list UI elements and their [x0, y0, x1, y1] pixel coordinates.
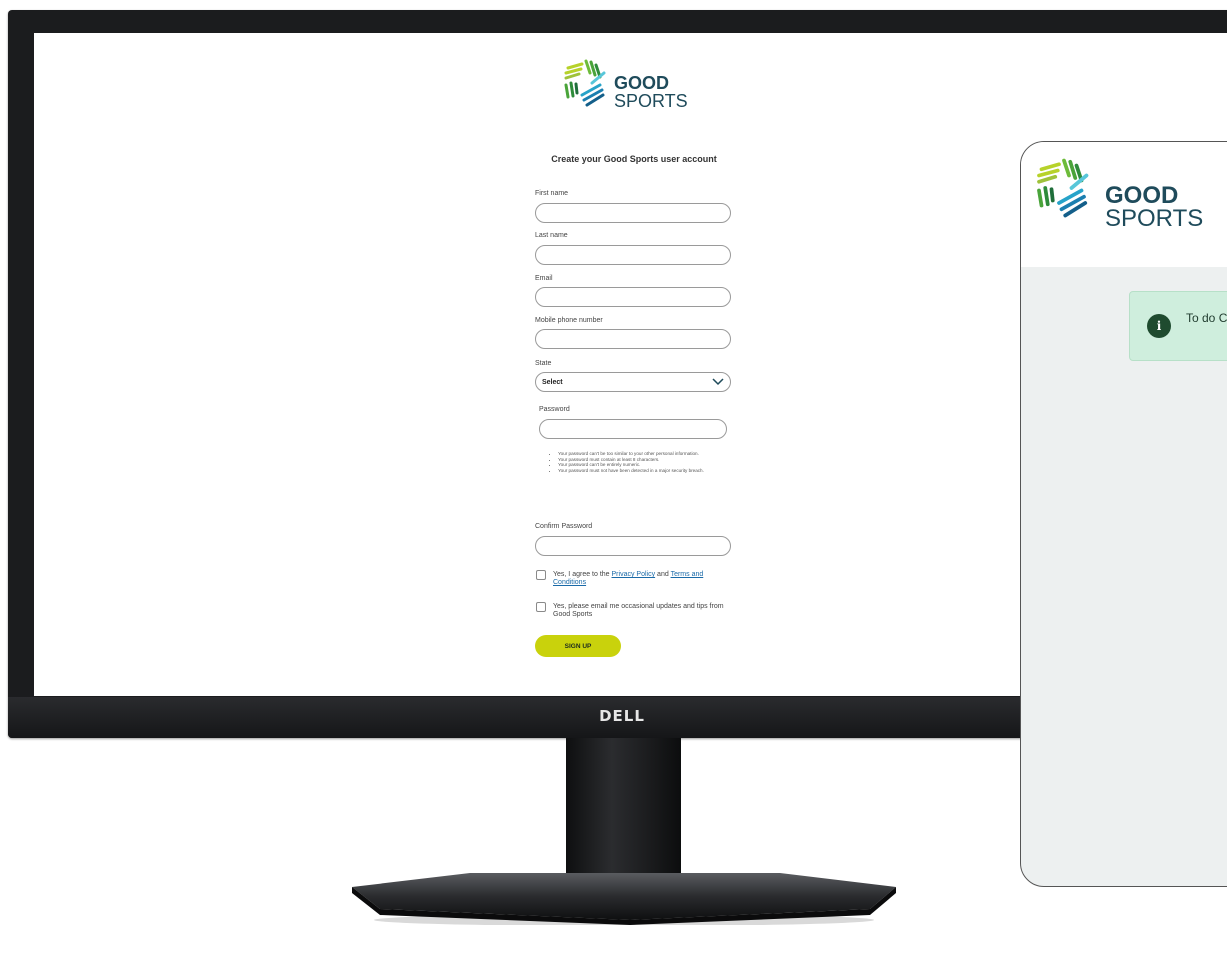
- mobile-field[interactable]: [535, 329, 731, 349]
- password-label: Password: [539, 406, 570, 413]
- good-sports-logo-icon: [1037, 158, 1089, 218]
- first-name-field[interactable]: [535, 203, 731, 223]
- good-sports-logo-icon: [564, 59, 606, 107]
- card-header: GOOD SPORTS: [1021, 142, 1227, 267]
- mobile-label: Mobile phone number: [535, 317, 603, 324]
- last-name-label: Last name: [535, 232, 568, 239]
- email-field[interactable]: [535, 287, 731, 307]
- agree-terms-prefix: Yes, I agree to the: [553, 571, 610, 578]
- privacy-policy-link[interactable]: Privacy Policy: [612, 571, 656, 578]
- info-alert-text: To do Club a: [1186, 311, 1227, 325]
- info-icon: i: [1147, 314, 1171, 338]
- chevron-down-icon: [712, 378, 724, 386]
- password-rules-list: Your password can't be too similar to yo…: [544, 451, 758, 473]
- confirm-password-field[interactable]: [535, 536, 731, 556]
- confirm-password-label: Confirm Password: [535, 523, 593, 530]
- mobile-preview-card: GOOD SPORTS i To do Club a: [1020, 141, 1227, 887]
- good-sports-logo: GOOD SPORTS: [562, 59, 712, 115]
- info-alert: i To do Club a: [1129, 291, 1227, 361]
- last-name-field[interactable]: [535, 245, 731, 265]
- logo-word-sports: SPORTS: [614, 91, 688, 111]
- monitor-stand-base: [350, 865, 898, 925]
- monitor-brand-logo: DELL: [599, 707, 645, 725]
- form-title: Create your Good Sports user account: [551, 154, 717, 164]
- state-select[interactable]: Select: [535, 372, 731, 392]
- first-name-label: First name: [535, 190, 569, 197]
- card-logo-sports: SPORTS: [1105, 205, 1204, 232]
- sign-up-button[interactable]: SIGN UP: [535, 635, 621, 657]
- email-updates-label: Yes, please email me occasional updates …: [553, 603, 724, 618]
- password-rule: Your password must not have been detecte…: [558, 468, 758, 474]
- state-select-value: Select: [542, 378, 563, 386]
- state-label: State: [535, 360, 552, 367]
- email-updates-checkbox[interactable]: [536, 602, 546, 612]
- agree-terms-middle: and: [657, 571, 669, 578]
- agree-terms-label: Yes, I agree to the Privacy Policy and T…: [553, 571, 728, 587]
- email-label: Email: [535, 275, 553, 282]
- password-field[interactable]: [539, 419, 727, 439]
- agree-terms-checkbox[interactable]: [536, 570, 546, 580]
